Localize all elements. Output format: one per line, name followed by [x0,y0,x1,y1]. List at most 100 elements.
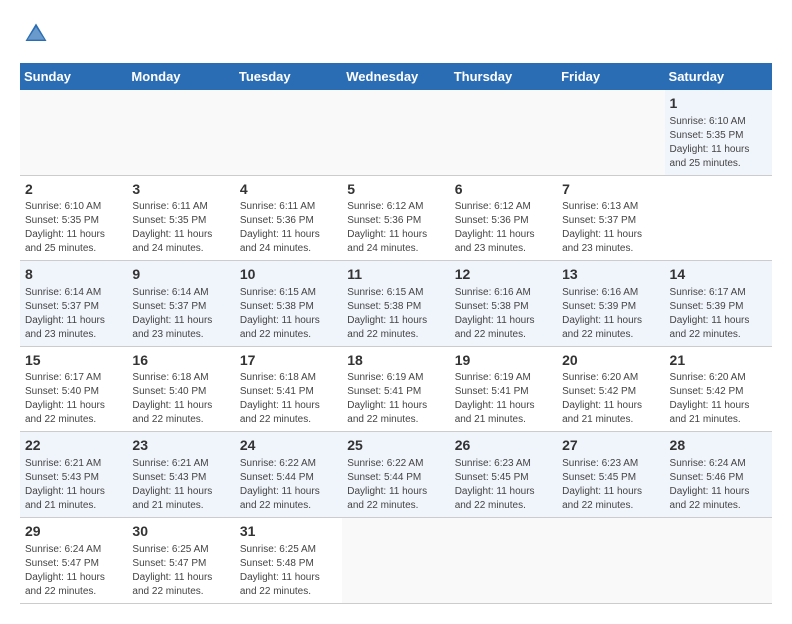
header-saturday: Saturday [665,63,772,90]
calendar-day-cell: 17Sunrise: 6:18 AMSunset: 5:41 PMDayligh… [235,346,342,432]
day-info: Sunrise: 6:19 AMSunset: 5:41 PMDaylight:… [455,371,552,427]
calendar-week-row: 22Sunrise: 6:21 AMSunset: 5:43 PMDayligh… [20,432,772,518]
day-info: Sunrise: 6:14 AMSunset: 5:37 PMDaylight:… [25,286,122,342]
calendar-week-row: 1Sunrise: 6:10 AMSunset: 5:35 PMDaylight… [20,90,772,175]
day-info: Sunrise: 6:24 AMSunset: 5:47 PMDaylight:… [25,543,122,599]
calendar-day-cell [235,90,342,175]
day-info: Sunrise: 6:16 AMSunset: 5:38 PMDaylight:… [455,286,552,342]
calendar-day-cell: 10Sunrise: 6:15 AMSunset: 5:38 PMDayligh… [235,261,342,347]
logo [20,20,54,53]
day-number: 19 [455,351,552,371]
day-number: 26 [455,436,552,456]
day-info: Sunrise: 6:23 AMSunset: 5:45 PMDaylight:… [455,457,552,513]
header-monday: Monday [127,63,234,90]
header-friday: Friday [557,63,664,90]
day-number: 7 [562,180,659,200]
day-number: 13 [562,265,659,285]
calendar-day-cell: 11Sunrise: 6:15 AMSunset: 5:38 PMDayligh… [342,261,449,347]
calendar-day-cell: 9Sunrise: 6:14 AMSunset: 5:37 PMDaylight… [127,261,234,347]
calendar-day-cell: 15Sunrise: 6:17 AMSunset: 5:40 PMDayligh… [20,346,127,432]
day-info: Sunrise: 6:25 AMSunset: 5:48 PMDaylight:… [240,543,337,599]
day-info: Sunrise: 6:21 AMSunset: 5:43 PMDaylight:… [132,457,229,513]
day-number: 14 [670,265,767,285]
calendar-day-cell: 2Sunrise: 6:10 AMSunset: 5:35 PMDaylight… [20,175,127,261]
day-number: 18 [347,351,444,371]
day-info: Sunrise: 6:22 AMSunset: 5:44 PMDaylight:… [240,457,337,513]
calendar-day-cell: 16Sunrise: 6:18 AMSunset: 5:40 PMDayligh… [127,346,234,432]
day-number: 31 [240,522,337,542]
day-number: 15 [25,351,122,371]
calendar-day-cell: 12Sunrise: 6:16 AMSunset: 5:38 PMDayligh… [450,261,557,347]
day-info: Sunrise: 6:11 AMSunset: 5:35 PMDaylight:… [132,200,229,256]
calendar-day-cell: 30Sunrise: 6:25 AMSunset: 5:47 PMDayligh… [127,517,234,603]
day-info: Sunrise: 6:16 AMSunset: 5:39 PMDaylight:… [562,286,659,342]
calendar-day-cell: 21Sunrise: 6:20 AMSunset: 5:42 PMDayligh… [665,346,772,432]
day-info: Sunrise: 6:25 AMSunset: 5:47 PMDaylight:… [132,543,229,599]
calendar-day-cell: 14Sunrise: 6:17 AMSunset: 5:39 PMDayligh… [665,261,772,347]
day-info: Sunrise: 6:10 AMSunset: 5:35 PMDaylight:… [25,200,122,256]
calendar-day-cell: 28Sunrise: 6:24 AMSunset: 5:46 PMDayligh… [665,432,772,518]
day-info: Sunrise: 6:18 AMSunset: 5:41 PMDaylight:… [240,371,337,427]
calendar-day-cell [342,517,449,603]
calendar-day-cell [450,517,557,603]
day-number: 25 [347,436,444,456]
day-number: 17 [240,351,337,371]
calendar-day-cell: 7Sunrise: 6:13 AMSunset: 5:37 PMDaylight… [557,175,664,261]
calendar-day-cell: 27Sunrise: 6:23 AMSunset: 5:45 PMDayligh… [557,432,664,518]
day-number: 6 [455,180,552,200]
day-number: 8 [25,265,122,285]
day-number: 4 [240,180,337,200]
day-info: Sunrise: 6:19 AMSunset: 5:41 PMDaylight:… [347,371,444,427]
calendar-day-cell: 20Sunrise: 6:20 AMSunset: 5:42 PMDayligh… [557,346,664,432]
calendar-table: SundayMondayTuesdayWednesdayThursdayFrid… [20,63,772,604]
day-number: 28 [670,436,767,456]
calendar-day-cell: 8Sunrise: 6:14 AMSunset: 5:37 PMDaylight… [20,261,127,347]
day-number: 1 [670,94,767,114]
day-number: 30 [132,522,229,542]
calendar-day-cell [665,517,772,603]
page-header [20,20,772,53]
day-info: Sunrise: 6:12 AMSunset: 5:36 PMDaylight:… [347,200,444,256]
day-number: 20 [562,351,659,371]
calendar-day-cell [127,90,234,175]
calendar-day-cell: 6Sunrise: 6:12 AMSunset: 5:36 PMDaylight… [450,175,557,261]
calendar-day-cell: 23Sunrise: 6:21 AMSunset: 5:43 PMDayligh… [127,432,234,518]
calendar-day-cell: 22Sunrise: 6:21 AMSunset: 5:43 PMDayligh… [20,432,127,518]
day-info: Sunrise: 6:23 AMSunset: 5:45 PMDaylight:… [562,457,659,513]
day-info: Sunrise: 6:11 AMSunset: 5:36 PMDaylight:… [240,200,337,256]
header-tuesday: Tuesday [235,63,342,90]
day-info: Sunrise: 6:21 AMSunset: 5:43 PMDaylight:… [25,457,122,513]
day-info: Sunrise: 6:20 AMSunset: 5:42 PMDaylight:… [562,371,659,427]
day-number: 16 [132,351,229,371]
calendar-day-cell: 4Sunrise: 6:11 AMSunset: 5:36 PMDaylight… [235,175,342,261]
calendar-day-cell: 29Sunrise: 6:24 AMSunset: 5:47 PMDayligh… [20,517,127,603]
header-wednesday: Wednesday [342,63,449,90]
calendar-week-row: 2Sunrise: 6:10 AMSunset: 5:35 PMDaylight… [20,175,772,261]
day-number: 23 [132,436,229,456]
calendar-day-cell: 1Sunrise: 6:10 AMSunset: 5:35 PMDaylight… [665,90,772,175]
calendar-day-cell [342,90,449,175]
calendar-day-cell: 25Sunrise: 6:22 AMSunset: 5:44 PMDayligh… [342,432,449,518]
header-thursday: Thursday [450,63,557,90]
day-number: 21 [670,351,767,371]
day-number: 22 [25,436,122,456]
day-info: Sunrise: 6:12 AMSunset: 5:36 PMDaylight:… [455,200,552,256]
calendar-day-cell: 3Sunrise: 6:11 AMSunset: 5:35 PMDaylight… [127,175,234,261]
day-number: 27 [562,436,659,456]
day-number: 24 [240,436,337,456]
day-info: Sunrise: 6:15 AMSunset: 5:38 PMDaylight:… [240,286,337,342]
calendar-week-row: 29Sunrise: 6:24 AMSunset: 5:47 PMDayligh… [20,517,772,603]
day-number: 9 [132,265,229,285]
day-info: Sunrise: 6:17 AMSunset: 5:39 PMDaylight:… [670,286,767,342]
calendar-day-cell: 31Sunrise: 6:25 AMSunset: 5:48 PMDayligh… [235,517,342,603]
calendar-day-cell [20,90,127,175]
calendar-day-cell: 5Sunrise: 6:12 AMSunset: 5:36 PMDaylight… [342,175,449,261]
calendar-day-cell: 24Sunrise: 6:22 AMSunset: 5:44 PMDayligh… [235,432,342,518]
calendar-day-cell [557,517,664,603]
day-info: Sunrise: 6:10 AMSunset: 5:35 PMDaylight:… [670,115,767,171]
day-number: 5 [347,180,444,200]
day-info: Sunrise: 6:22 AMSunset: 5:44 PMDaylight:… [347,457,444,513]
calendar-week-row: 8Sunrise: 6:14 AMSunset: 5:37 PMDaylight… [20,261,772,347]
day-info: Sunrise: 6:17 AMSunset: 5:40 PMDaylight:… [25,371,122,427]
day-number: 3 [132,180,229,200]
